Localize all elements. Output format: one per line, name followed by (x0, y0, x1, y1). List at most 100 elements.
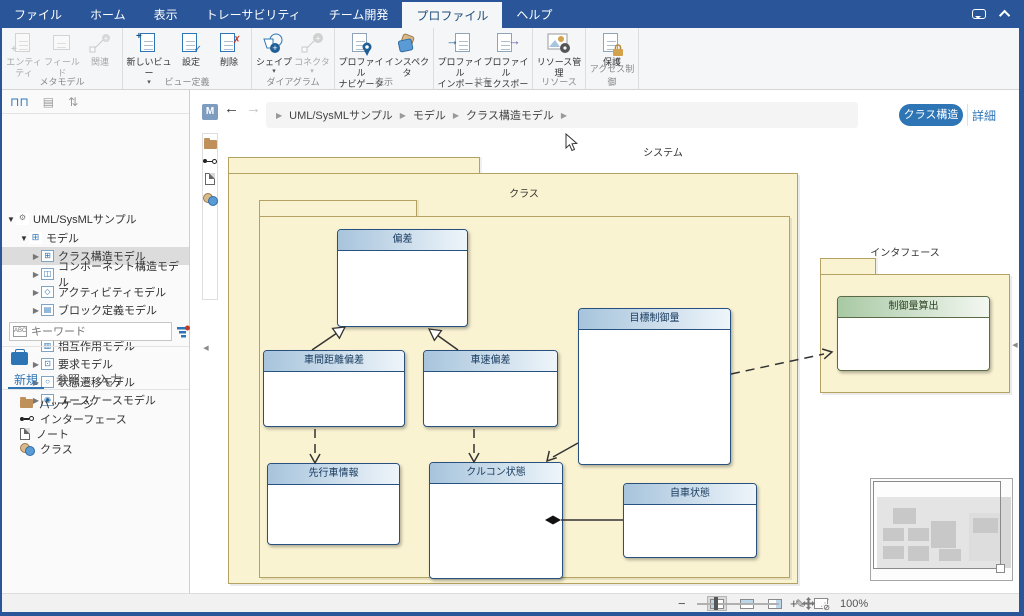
collapse-right-panel-handle[interactable]: ◀ (1011, 333, 1019, 359)
tree-item-activity[interactable]: ▶ ◇ アクティビティモデル (2, 283, 189, 301)
collapse-left-panel-handle[interactable]: ◀ (202, 336, 210, 362)
ribbon-tab-bar: ファイル ホーム 表示 トレーサビリティ チーム開発 プロファイル ヘルプ (0, 0, 1024, 28)
tree-item-project[interactable]: ▼ ⚙ UML/SysMLサンプル (2, 210, 189, 228)
connector-icon: + (299, 32, 325, 56)
minimap-viewport[interactable] (873, 481, 1001, 569)
tab-view[interactable]: 表示 (140, 0, 192, 28)
toolbox-tab-new[interactable]: 新規 (8, 370, 44, 389)
model-navigator-panel: ⊓⊓ ▤ ⇅ ▼ ⚙ UML/SysMLサンプル ▼ ⊞ モデル ▶ ⊞ クラス… (2, 90, 190, 593)
toolbox-item-package[interactable]: パッケージ (2, 396, 189, 411)
detail-link[interactable]: 詳細 (972, 107, 996, 124)
zoom-slider-handle[interactable] (714, 597, 718, 610)
ribbon-group-share: → プロファイル インポート → プロファイル エクスポート 共有 (434, 28, 533, 89)
toolbox-item-note[interactable]: ノート (2, 426, 189, 441)
toolbox-item-class[interactable]: クラス (2, 441, 189, 456)
entity-button[interactable]: + エンティティ (5, 30, 43, 79)
ribbon-group-access-control: 保護 アクセス制御 (586, 28, 639, 89)
breadcrumb-item-model[interactable]: モデル (413, 107, 446, 123)
tree-item-component-structure[interactable]: ▶ ◫ コンポーネント構造モデル (2, 265, 189, 283)
inspector-icon (394, 32, 420, 56)
toolbox-tab-reference[interactable]: 参照 (50, 370, 86, 389)
keyword-search-box: ABC (9, 322, 172, 341)
forward-button[interactable]: → (246, 100, 261, 117)
model-icon: ⊞ (29, 232, 42, 244)
tab-file[interactable]: ファイル (0, 0, 76, 28)
protect-icon (599, 32, 625, 56)
shape-button[interactable]: + シェイプ▾ (255, 30, 293, 75)
tree-view-mode-icon[interactable]: ⊓⊓ (10, 95, 29, 109)
navigator-toolbar: ⊓⊓ ▤ ⇅ (2, 90, 189, 114)
resize-grip[interactable]: ⋰ (820, 596, 830, 611)
zoom-out-button[interactable]: − (678, 596, 686, 611)
toolbox-icon (11, 352, 28, 365)
view-settings-icon: ✓ (178, 32, 204, 56)
connector-button[interactable]: + コネクタ▾ (293, 30, 331, 75)
back-button[interactable]: ← (224, 100, 239, 117)
flat-view-mode-icon[interactable]: ▤ (43, 95, 54, 109)
resource-manage-icon (546, 32, 572, 56)
search-filter-button[interactable] (176, 322, 191, 341)
zoom-in-button[interactable]: + (790, 596, 798, 611)
inspector-button[interactable]: インスペクタ (384, 30, 430, 79)
tab-home[interactable]: ホーム (76, 0, 140, 28)
breadcrumb-item-class-structure[interactable]: クラス構造モデル (466, 107, 554, 123)
requirement-icon: ⊡ (41, 358, 54, 370)
interface-icon (20, 415, 34, 423)
svg-text:+: + (104, 34, 109, 43)
field-button[interactable]: フィールド (43, 30, 81, 79)
tab-traceability[interactable]: トレーサビリティ (192, 0, 315, 28)
ribbon-group-resource: リソース管理 リソース (533, 28, 586, 89)
window-border-right (1019, 28, 1024, 612)
tab-profile[interactable]: プロファイル (402, 2, 502, 28)
minimap-viewport-handle[interactable] (996, 564, 1005, 573)
tree-item-model[interactable]: ▼ ⊞ モデル (2, 229, 189, 247)
field-icon (49, 32, 75, 56)
profile-import-icon: → (447, 32, 473, 56)
view-settings-button[interactable]: ✓ 設定 (172, 30, 210, 68)
shape-icon: + (261, 32, 287, 56)
diagram-canvas[interactable]: システム クラス インタフェース 偏差 車間距離偏差 車速偏差 先行車情報 クル… (191, 133, 1019, 593)
package-tool-icon[interactable] (204, 140, 217, 149)
resource-manage-button[interactable]: リソース管理 (536, 30, 582, 79)
note-icon (20, 428, 30, 440)
class-icon (20, 443, 34, 454)
zoom-slider-track[interactable] (697, 603, 779, 605)
collapse-ribbon-icon[interactable] (999, 10, 1010, 21)
tree-item-block-definition[interactable]: ▶ ▤ ブロック定義モデル (2, 301, 189, 319)
breadcrumb-item-project[interactable]: UML/SysMLサンプル (289, 107, 393, 123)
view-delete-icon: ✗ (216, 32, 242, 56)
ribbon: + エンティティ フィールド + 関連 メタモデル + 新しいビュー▾ ✓ 設定… (2, 28, 1019, 90)
toolbox-tabs: 新規 参照 入力 (2, 370, 189, 390)
avatar[interactable]: M (202, 104, 218, 120)
note-tool-icon[interactable] (205, 173, 215, 185)
class-tool-icon[interactable] (203, 193, 217, 204)
toolbox-item-interface[interactable]: インターフェース (2, 411, 189, 426)
component-structure-icon: ◫ (41, 268, 54, 280)
interface-tool-icon[interactable] (203, 157, 217, 165)
keyword-icon: ABC (13, 326, 27, 337)
tab-team[interactable]: チーム開発 (315, 0, 403, 28)
breadcrumb: ▶ UML/SysMLサンプル ▶ モデル ▶ クラス構造モデル ▶ (266, 102, 858, 128)
search-input[interactable] (31, 326, 171, 338)
block-definition-icon: ▤ (41, 304, 54, 316)
tab-help[interactable]: ヘルプ (502, 0, 566, 28)
breadcrumb-bar: M ← → ▶ UML/SysMLサンプル ▶ モデル ▶ クラス構造モデル ▶… (191, 90, 1019, 133)
toolbox-tab-input[interactable]: 入力 (92, 370, 128, 389)
feedback-icon[interactable] (972, 9, 986, 19)
fit-to-window-icon[interactable] (802, 596, 815, 611)
canvas-shape-palette (202, 133, 218, 300)
zoom-percentage: 100% (840, 596, 868, 611)
relation-button[interactable]: + 関連 (81, 30, 119, 68)
package-icon (20, 399, 33, 408)
activity-icon: ◇ (41, 286, 54, 298)
sort-mode-icon[interactable]: ⇅ (68, 95, 78, 109)
entity-icon: + (11, 32, 37, 56)
project-icon: ⚙ (16, 213, 29, 225)
view-mode-button[interactable]: クラス構造 (899, 104, 963, 126)
new-view-icon: + (136, 32, 162, 56)
toolbox-divider (2, 346, 189, 347)
status-bar: ✎ 100% − + ⋰ (2, 593, 1019, 612)
ribbon-group-view-definition: + 新しいビュー▾ ✓ 設定 ✗ 削除 ビュー定義 (123, 28, 252, 89)
minimap[interactable] (870, 478, 1013, 581)
view-delete-button[interactable]: ✗ 削除 (210, 30, 248, 68)
